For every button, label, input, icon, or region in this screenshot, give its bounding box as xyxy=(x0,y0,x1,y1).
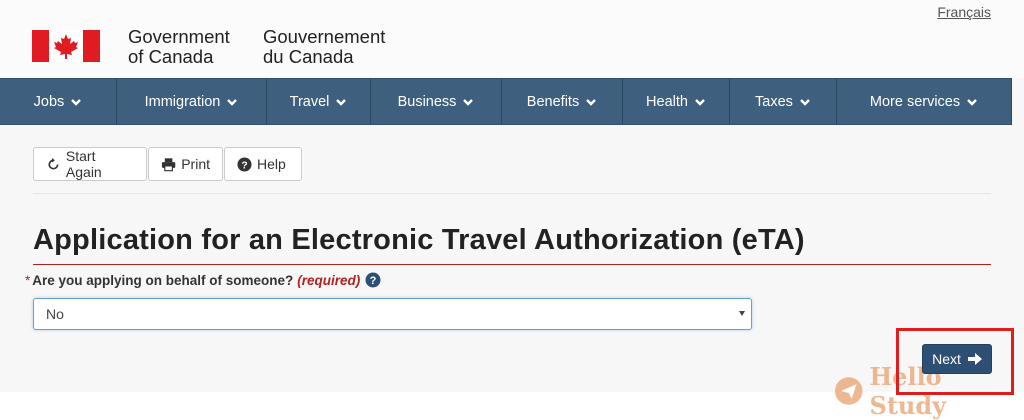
nav-item-label: Immigration xyxy=(145,94,221,110)
next-label: Next xyxy=(932,351,961,367)
form-toolbar: Start Again Print ? Help xyxy=(33,147,303,181)
svg-text:?: ? xyxy=(370,275,377,287)
print-label: Print xyxy=(181,156,210,172)
help-label: Help xyxy=(257,156,286,172)
start-again-label: Start Again xyxy=(66,148,134,180)
question-circle-icon: ? xyxy=(237,157,252,172)
select-value: No xyxy=(46,306,64,322)
required-marker: * xyxy=(25,273,30,288)
toolbar-divider xyxy=(33,193,991,194)
nav-item-benefits[interactable]: Benefits xyxy=(502,79,623,124)
chevron-down-icon xyxy=(335,96,347,108)
nav-item-immigration[interactable]: Immigration xyxy=(117,79,267,124)
nav-item-label: Jobs xyxy=(34,94,65,110)
chevron-down-icon xyxy=(694,96,706,108)
chevron-down-icon xyxy=(462,96,474,108)
svg-text:?: ? xyxy=(241,160,247,171)
gov-fr-line1: Gouvernement xyxy=(263,27,385,47)
chevron-down-icon xyxy=(226,96,238,108)
nav-item-health[interactable]: Health xyxy=(623,79,730,124)
arrow-right-icon xyxy=(968,353,982,365)
paper-plane-icon xyxy=(834,376,864,406)
nav-item-label: Health xyxy=(646,94,688,110)
gov-en-line2: of Canada xyxy=(128,47,230,67)
title-divider xyxy=(33,264,991,265)
behalf-question-label: * Are you applying on behalf of someone?… xyxy=(25,272,381,288)
help-button[interactable]: ? Help xyxy=(224,147,302,181)
nav-item-jobs[interactable]: Jobs xyxy=(0,79,117,124)
page: Government of Canada Gouvernement du Can… xyxy=(0,0,1024,411)
chevron-down-icon xyxy=(966,96,978,108)
language-toggle-link[interactable]: Français xyxy=(937,4,991,20)
main-navigation: Jobs Immigration Travel Business Benefit… xyxy=(0,78,1012,125)
nav-item-business[interactable]: Business xyxy=(371,79,502,124)
nav-item-label: Business xyxy=(398,94,457,110)
gov-fr-line2: du Canada xyxy=(263,47,385,67)
gov-en-line1: Government xyxy=(128,27,230,47)
question-text: Are you applying on behalf of someone? xyxy=(32,273,293,288)
nav-item-label: Benefits xyxy=(527,94,579,110)
nav-item-label: Travel xyxy=(290,94,330,110)
next-button[interactable]: Next xyxy=(922,344,992,374)
page-title: Application for an Electronic Travel Aut… xyxy=(33,224,805,257)
site-header: Government of Canada Gouvernement du Can… xyxy=(0,0,1024,78)
nav-item-label: More services xyxy=(870,94,960,110)
nav-item-travel[interactable]: Travel xyxy=(267,79,371,124)
dropdown-caret-icon xyxy=(739,311,745,316)
nav-item-taxes[interactable]: Taxes xyxy=(730,79,837,124)
question-circle-icon[interactable]: ? xyxy=(365,272,381,288)
printer-icon xyxy=(161,157,176,172)
nav-item-label: Taxes xyxy=(755,94,793,110)
behalf-select[interactable]: No xyxy=(33,298,752,330)
required-text: (required) xyxy=(297,273,360,288)
chevron-down-icon xyxy=(585,96,597,108)
chevron-down-icon xyxy=(799,96,811,108)
start-again-button[interactable]: Start Again xyxy=(33,147,147,181)
chevron-down-icon xyxy=(70,96,82,108)
refresh-icon xyxy=(46,157,61,172)
print-button[interactable]: Print xyxy=(148,147,223,181)
canada-flag-icon[interactable] xyxy=(32,30,100,62)
gouvernement-du-canada-wordmark[interactable]: Gouvernement du Canada xyxy=(263,27,385,67)
government-of-canada-wordmark[interactable]: Government of Canada xyxy=(128,27,230,67)
nav-item-more-services[interactable]: More services xyxy=(837,79,1012,124)
